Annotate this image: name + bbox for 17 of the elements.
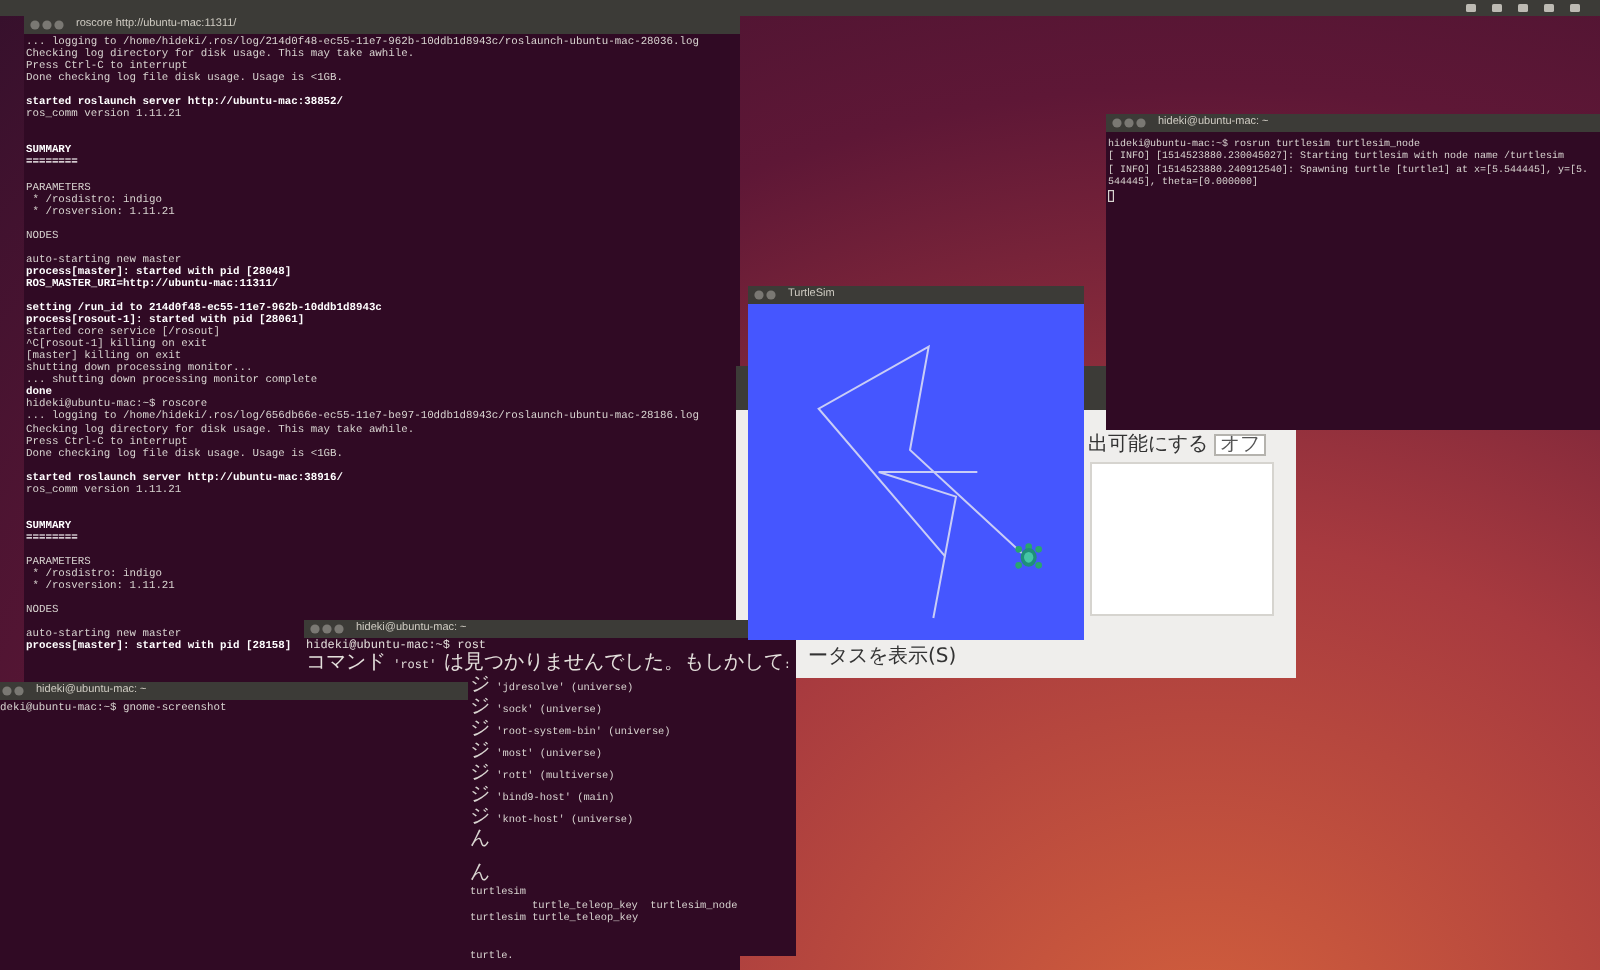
window-buttons-icon[interactable]	[0, 686, 26, 696]
indicator-icon[interactable]	[1518, 4, 1528, 12]
indicator-icon[interactable]	[1544, 4, 1554, 12]
window-buttons-icon[interactable]	[30, 20, 66, 30]
turtle-drawing	[1015, 543, 1042, 569]
window-buttons-icon[interactable]	[754, 290, 778, 300]
window-buttons-icon[interactable]	[1112, 118, 1148, 128]
indicator-icon[interactable]	[1570, 4, 1580, 12]
toggle-switch[interactable]: オフ	[1214, 434, 1266, 456]
terminal-line: ん	[470, 864, 490, 886]
indicator-icon[interactable]	[1492, 4, 1502, 12]
terminal-line: ん	[470, 830, 490, 852]
option-label: 出可能にする	[1088, 434, 1208, 456]
checkbox-label[interactable]: ータスを表示(S)	[808, 646, 957, 668]
window-buttons-icon[interactable]	[310, 624, 346, 634]
indicator-icon[interactable]	[1466, 4, 1476, 12]
cursor-icon	[1108, 189, 1114, 202]
